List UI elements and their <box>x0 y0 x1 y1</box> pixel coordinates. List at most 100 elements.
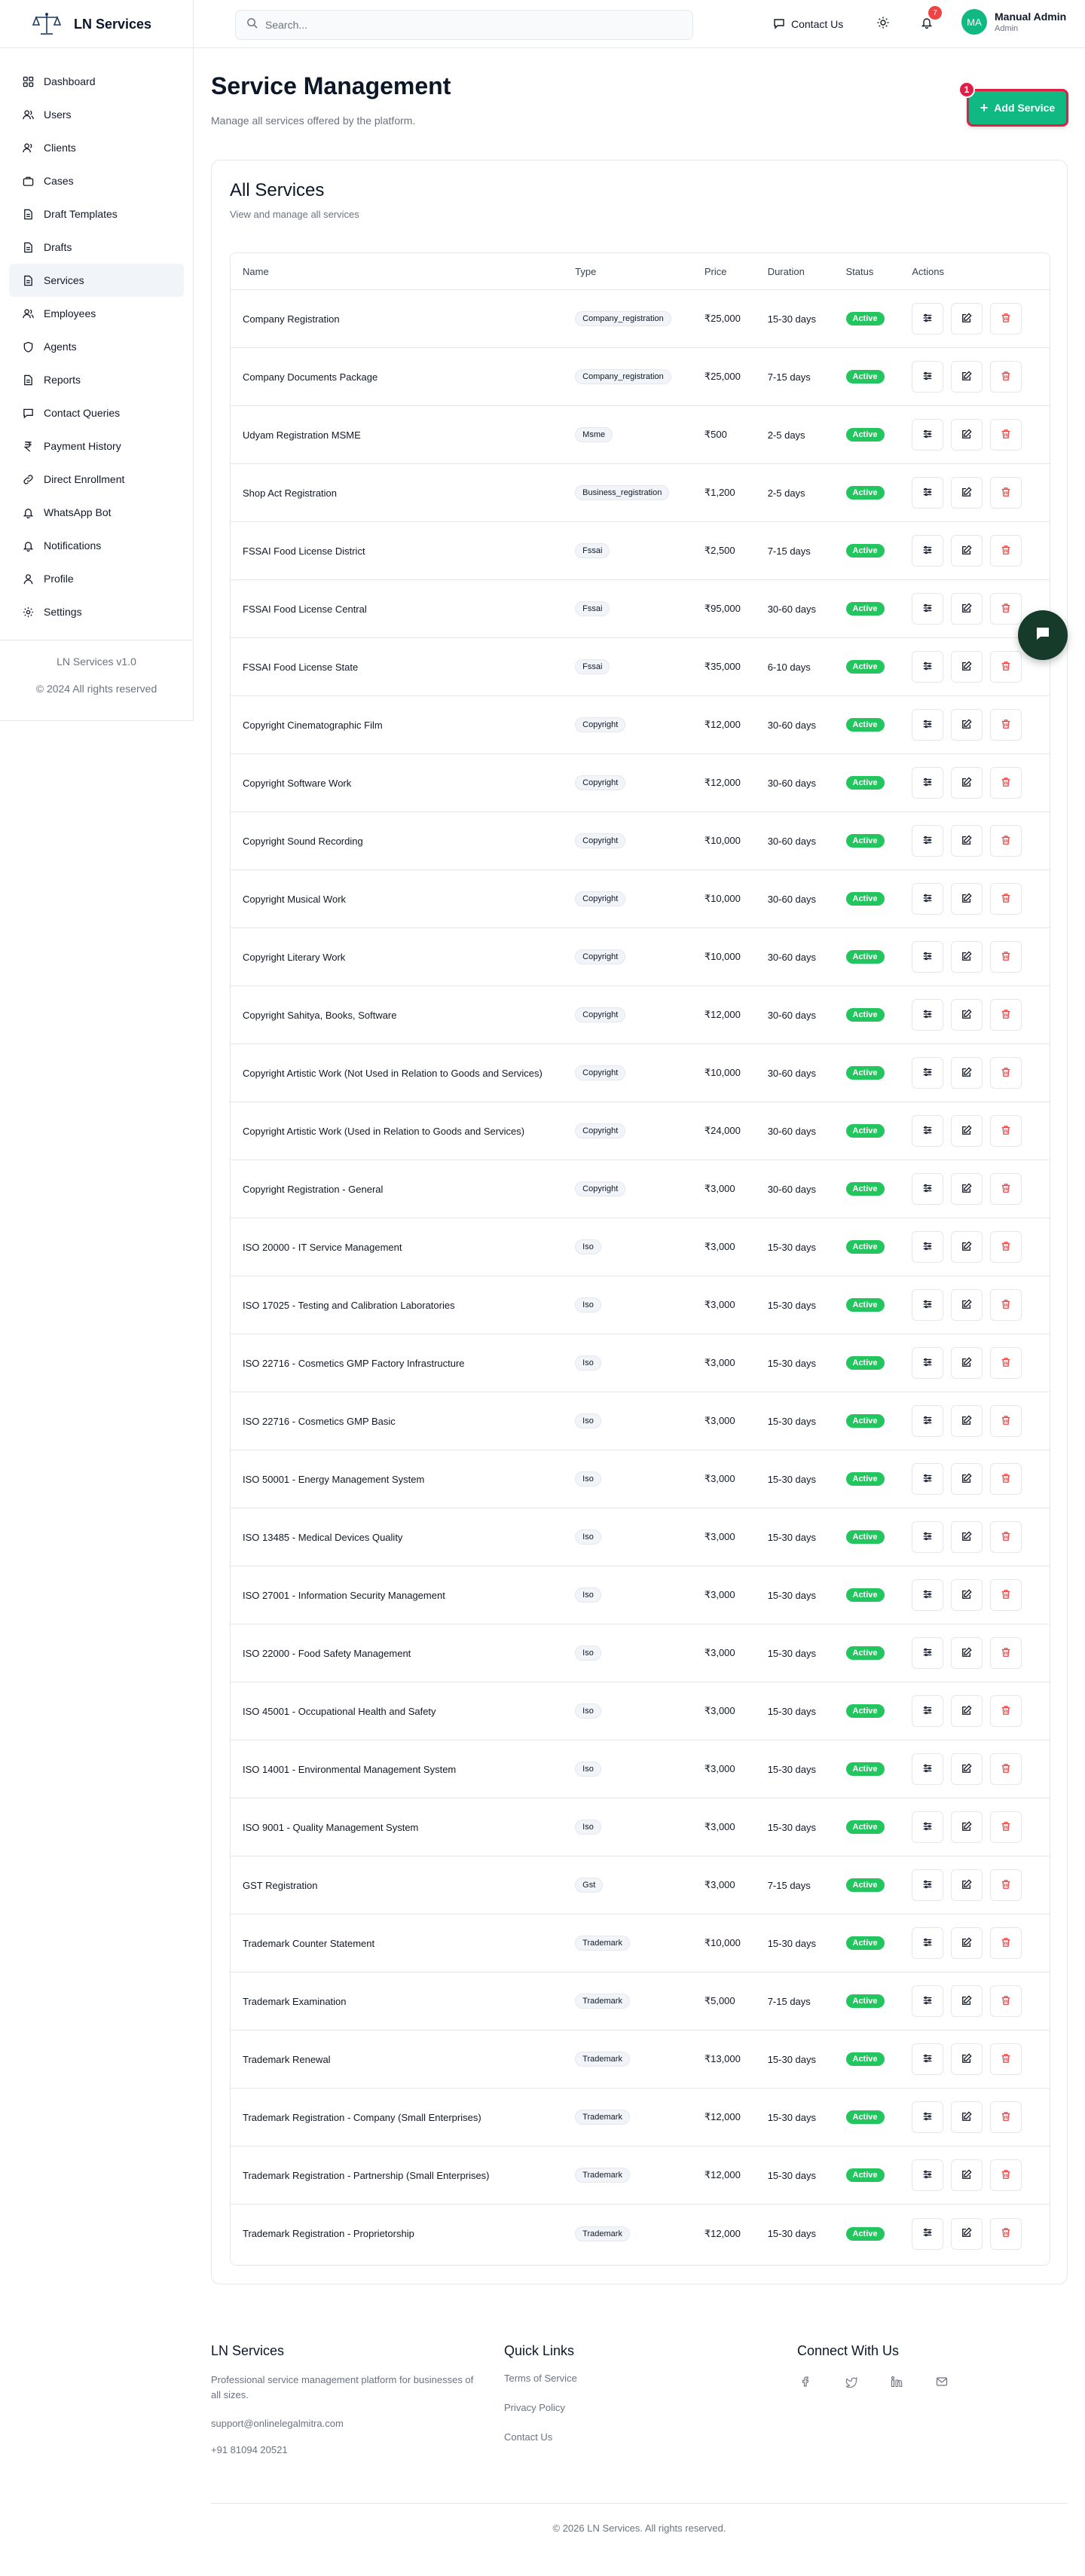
sidebar-item-drafts[interactable]: Drafts <box>9 231 184 264</box>
view-details-button[interactable] <box>912 1985 944 2017</box>
delete-button[interactable] <box>990 999 1022 1031</box>
sidebar-item-agents[interactable]: Agents <box>9 330 184 363</box>
edit-button[interactable] <box>951 2159 983 2191</box>
view-details-button[interactable] <box>912 1579 944 1611</box>
sidebar-item-users[interactable]: Users <box>9 98 184 131</box>
view-details-button[interactable] <box>912 1289 944 1321</box>
edit-button[interactable] <box>951 2217 983 2250</box>
delete-button[interactable] <box>990 1521 1022 1553</box>
edit-button[interactable] <box>951 767 983 799</box>
view-details-button[interactable] <box>912 1695 944 1727</box>
view-details-button[interactable] <box>912 2101 944 2133</box>
view-details-button[interactable] <box>912 419 944 451</box>
chat-fab-button[interactable] <box>1018 610 1068 660</box>
delete-button[interactable] <box>990 1869 1022 1901</box>
sidebar-item-profile[interactable]: Profile <box>9 562 184 595</box>
sidebar-item-clients[interactable]: Clients <box>9 131 184 164</box>
view-details-button[interactable] <box>912 1753 944 1785</box>
sidebar-item-payment-history[interactable]: Payment History <box>9 429 184 463</box>
footer-email[interactable]: support@onlinelegalmitra.com <box>211 2418 482 2429</box>
view-details-button[interactable] <box>912 1405 944 1437</box>
delete-button[interactable] <box>990 651 1022 683</box>
delete-button[interactable] <box>990 709 1022 741</box>
search-input[interactable] <box>265 19 672 31</box>
sidebar-item-contact-queries[interactable]: Contact Queries <box>9 396 184 429</box>
edit-button[interactable] <box>951 1753 983 1785</box>
edit-button[interactable] <box>951 1637 983 1669</box>
view-details-button[interactable] <box>912 1115 944 1147</box>
delete-button[interactable] <box>990 419 1022 451</box>
view-details-button[interactable] <box>912 1347 944 1379</box>
edit-button[interactable] <box>951 1289 983 1321</box>
delete-button[interactable] <box>990 2217 1022 2250</box>
view-details-button[interactable] <box>912 1231 944 1263</box>
view-details-button[interactable] <box>912 1637 944 1669</box>
view-details-button[interactable] <box>912 1173 944 1205</box>
edit-button[interactable] <box>951 1811 983 1843</box>
delete-button[interactable] <box>990 1579 1022 1611</box>
delete-button[interactable] <box>990 1173 1022 1205</box>
edit-button[interactable] <box>951 593 983 625</box>
sidebar-item-reports[interactable]: Reports <box>9 363 184 396</box>
add-service-button[interactable]: + Add Service <box>967 89 1068 127</box>
view-details-button[interactable] <box>912 1057 944 1089</box>
delete-button[interactable] <box>990 2101 1022 2133</box>
delete-button[interactable] <box>990 593 1022 625</box>
delete-button[interactable] <box>990 1985 1022 2017</box>
delete-button[interactable] <box>990 767 1022 799</box>
sidebar-item-notifications[interactable]: Notifications <box>9 529 184 562</box>
sidebar-item-dashboard[interactable]: Dashboard <box>9 65 184 98</box>
linkedin-icon[interactable] <box>888 2373 906 2391</box>
edit-button[interactable] <box>951 361 983 393</box>
sidebar-item-services[interactable]: Services <box>9 264 184 297</box>
edit-button[interactable] <box>951 883 983 915</box>
edit-button[interactable] <box>951 999 983 1031</box>
edit-button[interactable] <box>951 1463 983 1495</box>
delete-button[interactable] <box>990 1695 1022 1727</box>
delete-button[interactable] <box>990 361 1022 393</box>
view-details-button[interactable] <box>912 941 944 973</box>
edit-button[interactable] <box>951 651 983 683</box>
privacy-link[interactable]: Privacy Policy <box>504 2402 577 2413</box>
edit-button[interactable] <box>951 1115 983 1147</box>
view-details-button[interactable] <box>912 1521 944 1553</box>
contact-us-button[interactable]: Contact Us <box>763 12 854 36</box>
delete-button[interactable] <box>990 1927 1022 1959</box>
notifications-button[interactable]: 7 <box>915 6 942 36</box>
view-details-button[interactable] <box>912 709 944 741</box>
twitter-icon[interactable] <box>842 2373 860 2391</box>
delete-button[interactable] <box>990 1347 1022 1379</box>
view-details-button[interactable] <box>912 767 944 799</box>
edit-button[interactable] <box>951 303 983 335</box>
delete-button[interactable] <box>990 1753 1022 1785</box>
view-details-button[interactable] <box>912 361 944 393</box>
view-details-button[interactable] <box>912 477 944 509</box>
view-details-button[interactable] <box>912 1869 944 1901</box>
delete-button[interactable] <box>990 1811 1022 1843</box>
brand[interactable]: LN Services <box>0 0 194 48</box>
sidebar-item-cases[interactable]: Cases <box>9 164 184 197</box>
delete-button[interactable] <box>990 825 1022 857</box>
delete-button[interactable] <box>990 1405 1022 1437</box>
contact-link[interactable]: Contact Us <box>504 2431 577 2443</box>
edit-button[interactable] <box>951 477 983 509</box>
delete-button[interactable] <box>990 303 1022 335</box>
edit-button[interactable] <box>951 1869 983 1901</box>
delete-button[interactable] <box>990 883 1022 915</box>
delete-button[interactable] <box>990 477 1022 509</box>
view-details-button[interactable] <box>912 2217 944 2250</box>
edit-button[interactable] <box>951 2101 983 2133</box>
delete-button[interactable] <box>990 1057 1022 1089</box>
terms-link[interactable]: Terms of Service <box>504 2373 577 2384</box>
view-details-button[interactable] <box>912 2043 944 2075</box>
sidebar-item-employees[interactable]: Employees <box>9 297 184 330</box>
view-details-button[interactable] <box>912 535 944 567</box>
theme-toggle-button[interactable] <box>871 12 895 36</box>
edit-button[interactable] <box>951 1231 983 1263</box>
edit-button[interactable] <box>951 535 983 567</box>
delete-button[interactable] <box>990 1231 1022 1263</box>
edit-button[interactable] <box>951 1579 983 1611</box>
delete-button[interactable] <box>990 1637 1022 1669</box>
edit-button[interactable] <box>951 709 983 741</box>
view-details-button[interactable] <box>912 1463 944 1495</box>
